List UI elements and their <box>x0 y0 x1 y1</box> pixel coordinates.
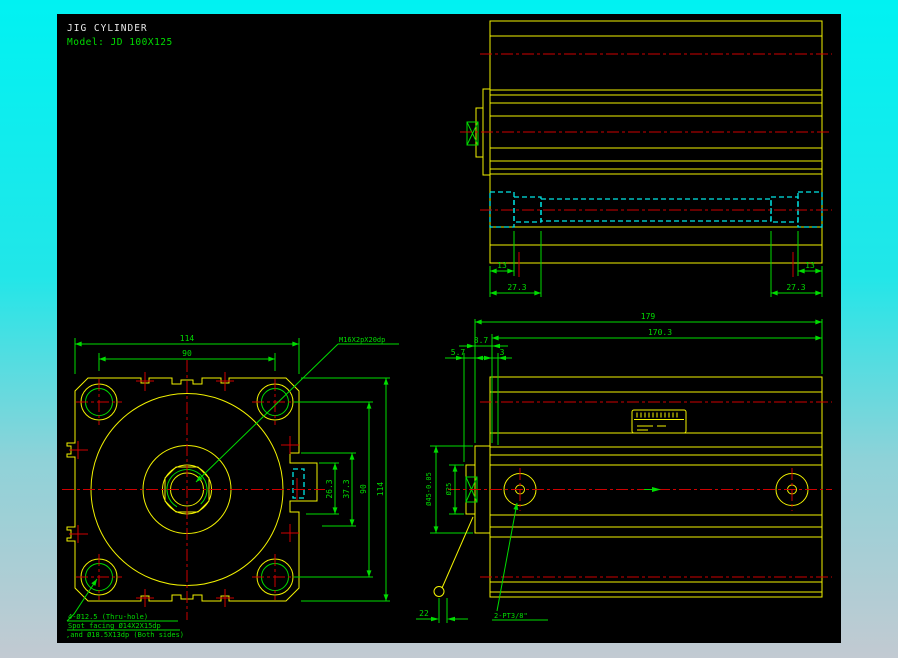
drawing-title: JIG CYLINDER <box>67 23 148 34</box>
front-dim-v-width: 114 <box>376 482 385 497</box>
front-dim-bolt: 90 <box>182 349 192 358</box>
drawing-canvas[interactable]: JIG CYLINDER Model: JD 100X125 13 27.3 1… <box>57 14 841 643</box>
plan-centerlines <box>460 53 832 277</box>
side-dim-body: 170.3 <box>648 328 672 337</box>
plan-dim-13-left: 13 <box>497 261 507 270</box>
side-dim-total: 179 <box>641 312 656 321</box>
side-symbol-loop <box>433 586 445 597</box>
front-view: 114 90 26.3 37.3 90 114 M16X2pX20dp 4-Ø1… <box>62 334 399 639</box>
side-dim-3: 3 <box>500 348 505 357</box>
side-port-leader <box>496 502 519 612</box>
side-dim-87: 8.7 <box>474 336 489 345</box>
front-dim-boss-h: 37.3 <box>342 479 351 498</box>
front-hole-note: 4-Ø12.5 (Thru-hole) Spot facing Ø14X2X15… <box>66 578 184 639</box>
plan-body-lines <box>490 35 822 246</box>
side-dim-57: 5.7 <box>451 348 466 357</box>
side-port-label: 2-PT3/8" <box>494 612 528 620</box>
cad-drawing: JIG CYLINDER Model: JD 100X125 13 27.3 1… <box>62 20 832 639</box>
side-dia-rod: Ø25 <box>445 483 453 496</box>
title-block: JIG CYLINDER Model: JD 100X125 <box>67 23 173 48</box>
side-nameplate <box>631 409 687 434</box>
side-view: 179 170.3 8.7 5.7 3 Ø45-0.05 Ø25 22 2-PT… <box>416 312 832 623</box>
drawing-model: Model: JD 100X125 <box>67 37 173 48</box>
front-dim-v-bolt: 90 <box>359 484 368 494</box>
side-stroke-arrow <box>652 487 661 492</box>
front-hidden-port <box>292 468 305 499</box>
plan-dim-13-right: 13 <box>805 261 815 270</box>
front-note-line3: ,and Ø18.5X13dp (Both sides) <box>66 631 184 639</box>
front-dim-port-h: 26.3 <box>325 479 334 498</box>
plan-dim-273-left: 27.3 <box>507 283 526 292</box>
plan-dimensions: 13 27.3 13 27.3 <box>489 231 823 297</box>
side-top-dimensions: 179 170.3 8.7 5.7 3 <box>445 312 823 462</box>
side-body-lines <box>490 391 822 593</box>
plan-dim-273-right: 27.3 <box>786 283 805 292</box>
side-symbol-leader <box>441 516 474 589</box>
plan-view: 13 27.3 13 27.3 <box>460 20 832 297</box>
front-note-line1: 4-Ø12.5 (Thru-hole) <box>68 613 148 621</box>
front-dim-width: 114 <box>180 334 195 343</box>
side-dia-boss: Ø45-0.05 <box>425 472 433 506</box>
side-centerlines <box>448 401 832 578</box>
front-centerlines <box>62 360 325 620</box>
side-dim-rod: 22 <box>419 609 429 618</box>
front-note-line2: Spot facing Ø14X2X15dp <box>68 622 161 630</box>
front-thread-callout: M16X2pX20dp <box>339 336 385 344</box>
desktop-background: JIG CYLINDER Model: JD 100X125 13 27.3 1… <box>0 0 898 658</box>
